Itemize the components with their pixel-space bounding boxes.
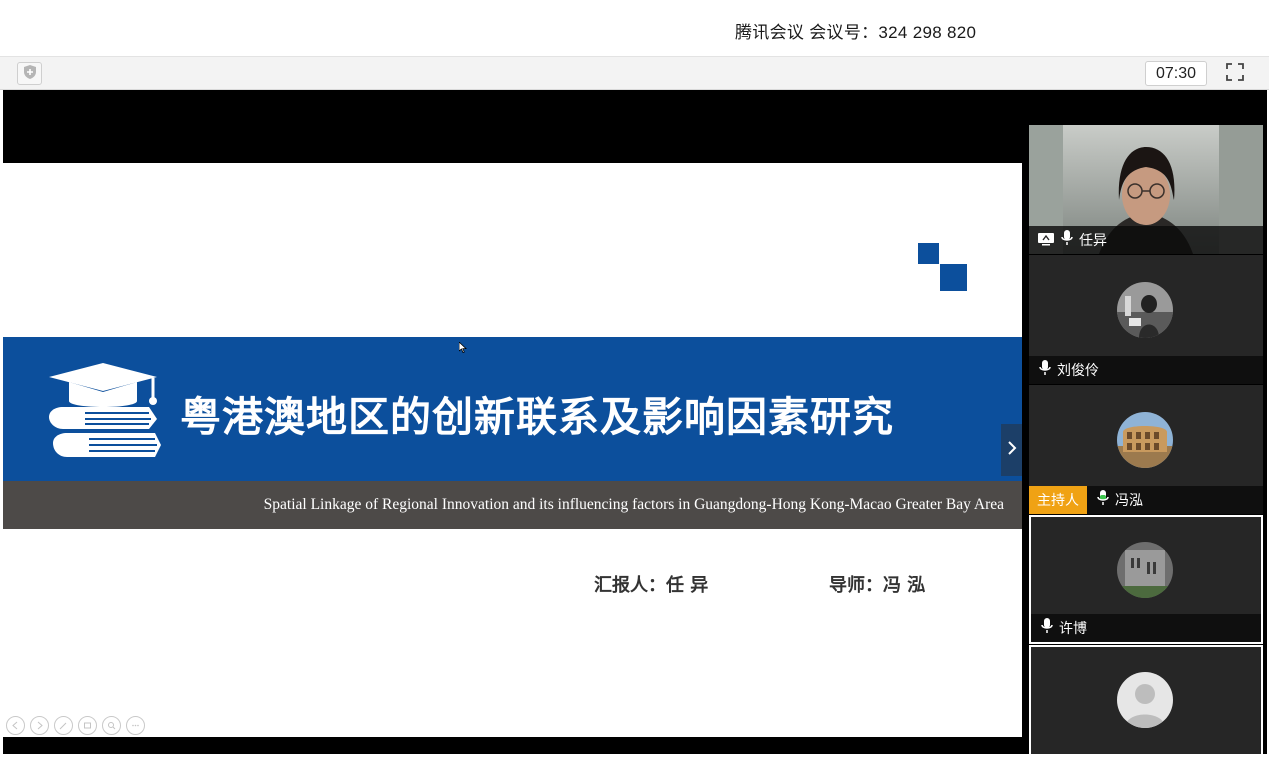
participant-namebar: 任异 <box>1029 226 1263 254</box>
window-titlebar: 腾讯会议 会议号：324 298 820 <box>0 0 1269 57</box>
participant-namebar: 许博 <box>1031 614 1261 642</box>
avatar <box>1117 542 1173 598</box>
slide-reporter: 汇报人：任 异 <box>594 575 709 596</box>
pen-icon[interactable] <box>54 716 73 735</box>
shield-icon <box>23 64 37 84</box>
participant-tile[interactable]: 刘俊伶 <box>1029 255 1263 384</box>
presentation-slide: 粤港澳地区的创新联系及影响因素研究 Spatial Linkage of Reg… <box>3 163 1022 737</box>
toolbar: 07:30 <box>0 57 1269 90</box>
participant-name: 刘俊伶 <box>1057 363 1099 379</box>
avatar <box>1117 412 1173 468</box>
screen-share-icon <box>1037 231 1055 250</box>
chevron-right-icon <box>1007 440 1017 460</box>
participants-panel: 任异 刘俊伶 主持人 冯泓 许博 <box>1029 125 1265 754</box>
presentation-controls <box>6 716 145 735</box>
meeting-timer: 07:30 <box>1145 61 1207 86</box>
slide-subtitle-band: Spatial Linkage of Regional Innovation a… <box>3 481 1022 529</box>
shared-screen: 粤港澳地区的创新联系及影响因素研究 Spatial Linkage of Reg… <box>3 90 1267 754</box>
participant-name: 冯泓 <box>1115 493 1143 509</box>
more-icon[interactable] <box>126 716 145 735</box>
participant-tile[interactable]: 许博 <box>1029 515 1263 644</box>
slide-subtitle: Spatial Linkage of Regional Innovation a… <box>263 496 1004 513</box>
next-slide-button[interactable] <box>1001 424 1022 476</box>
participant-name: 任异 <box>1079 233 1107 249</box>
mouse-cursor-icon <box>459 342 467 353</box>
slides-icon[interactable] <box>78 716 97 735</box>
next-icon[interactable] <box>30 716 49 735</box>
participant-name: 许博 <box>1059 621 1087 637</box>
participant-namebar: 主持人 冯泓 <box>1029 486 1263 514</box>
security-button[interactable] <box>17 62 42 85</box>
microphone-icon <box>1037 359 1053 381</box>
participant-tile[interactable] <box>1029 645 1263 754</box>
microphone-active-icon <box>1095 489 1111 511</box>
fullscreen-icon <box>1225 62 1245 86</box>
zoom-icon[interactable] <box>102 716 121 735</box>
host-badge: 主持人 <box>1029 486 1087 514</box>
participant-tile[interactable]: 任异 <box>1029 125 1263 254</box>
meeting-title: 腾讯会议 会议号：324 298 820 <box>735 23 977 42</box>
avatar <box>1117 282 1173 338</box>
microphone-icon <box>1059 229 1075 251</box>
default-avatar-icon <box>1117 672 1173 728</box>
fullscreen-button[interactable] <box>1222 62 1248 85</box>
participant-tile[interactable]: 主持人 冯泓 <box>1029 385 1263 514</box>
slide-advisor: 导师：冯 泓 <box>829 575 926 596</box>
participant-namebar: 刘俊伶 <box>1029 356 1263 384</box>
prev-icon[interactable] <box>6 716 25 735</box>
slide-title: 粤港澳地区的创新联系及影响因素研究 <box>180 393 894 441</box>
microphone-icon <box>1039 617 1055 639</box>
slide-decoration <box>918 243 939 264</box>
slide-decoration <box>940 264 967 291</box>
graduation-cap-book-icon <box>49 363 161 457</box>
